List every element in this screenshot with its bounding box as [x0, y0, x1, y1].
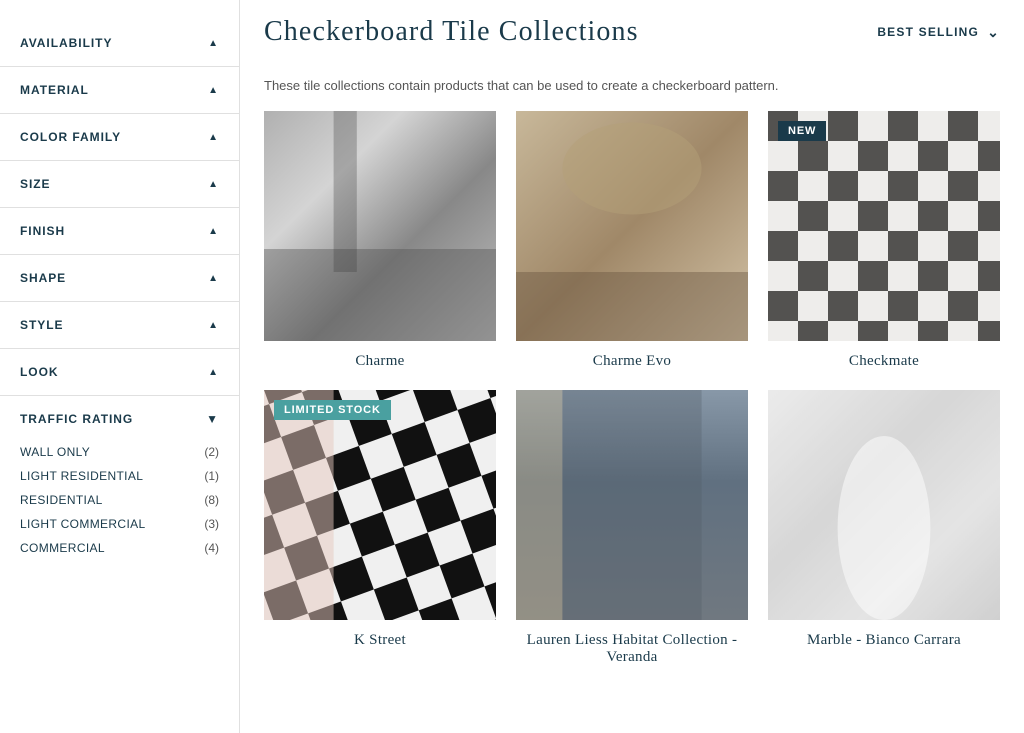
product-image-lauren	[516, 390, 748, 620]
filter-size-header[interactable]: SIZE ▲	[20, 177, 219, 191]
filter-look-arrow: ▲	[208, 367, 219, 378]
filter-finish-header[interactable]: FINISH ▲	[20, 224, 219, 238]
main-content: These tile collections contain products …	[240, 58, 1024, 733]
filter-traffic-rating: TRAFFIC RATING ▼ WALL ONLY (2) LIGHT RES…	[0, 396, 239, 576]
filter-color-family-header[interactable]: COLOR FAMILY ▲	[20, 130, 219, 144]
filter-finish[interactable]: FINISH ▲	[0, 208, 239, 255]
filter-style-arrow: ▲	[208, 320, 219, 331]
filter-look[interactable]: LOOK ▲	[0, 349, 239, 396]
filter-availability-arrow: ▲	[208, 38, 219, 49]
filter-style-header[interactable]: STYLE ▲	[20, 318, 219, 332]
product-image-checkmate: NEW	[768, 111, 1000, 341]
sidebar: AVAILABILITY ▲ MATERIAL ▲ COLOR FAMILY ▲…	[0, 0, 240, 733]
sort-label: BEST SELLING	[877, 25, 979, 39]
product-name-lauren: Lauren Liess Habitat Collection - Verand…	[516, 632, 748, 666]
filter-shape[interactable]: SHAPE ▲	[0, 255, 239, 302]
product-image-charme-evo	[516, 111, 748, 341]
product-name-checkmate: Checkmate	[849, 353, 919, 370]
filter-color-family[interactable]: COLOR FAMILY ▲	[0, 114, 239, 161]
product-name-kstreet: K Street	[354, 632, 406, 649]
filter-traffic-rating-arrow: ▼	[206, 412, 219, 426]
traffic-light-commercial[interactable]: LIGHT COMMERCIAL (3)	[20, 512, 219, 536]
filter-material[interactable]: MATERIAL ▲	[0, 67, 239, 114]
traffic-commercial-count: (4)	[204, 541, 219, 555]
product-image-charme	[264, 111, 496, 341]
filter-color-family-label: COLOR FAMILY	[20, 130, 121, 144]
traffic-residential-label: RESIDENTIAL	[20, 493, 103, 507]
traffic-wall-only[interactable]: WALL ONLY (2)	[20, 440, 219, 464]
filter-finish-arrow: ▲	[208, 226, 219, 237]
filter-material-label: MATERIAL	[20, 83, 89, 97]
filter-style[interactable]: STYLE ▲	[0, 302, 239, 349]
filter-availability-label: AVAILABILITY	[20, 36, 112, 50]
product-card-kstreet[interactable]: LIMITED STOCK K Street	[264, 390, 496, 666]
traffic-commercial[interactable]: COMMERCIAL (4)	[20, 536, 219, 560]
badge-new: NEW	[778, 121, 826, 141]
product-card-checkmate[interactable]: NEW Checkmate	[768, 111, 1000, 370]
filter-style-label: STYLE	[20, 318, 63, 332]
traffic-commercial-label: COMMERCIAL	[20, 541, 105, 555]
product-grid: Charme	[264, 111, 1000, 666]
product-name-charme: Charme	[355, 353, 404, 370]
badge-limited-stock: LIMITED STOCK	[274, 400, 391, 420]
filter-shape-header[interactable]: SHAPE ▲	[20, 271, 219, 285]
filter-color-family-arrow: ▲	[208, 132, 219, 143]
filter-finish-label: FINISH	[20, 224, 65, 238]
traffic-light-commercial-count: (3)	[204, 517, 219, 531]
top-bar: Checkerboard Tile Collections BEST SELLI…	[240, 0, 1024, 58]
product-card-charme[interactable]: Charme	[264, 111, 496, 370]
filter-traffic-rating-label: TRAFFIC RATING	[20, 412, 133, 426]
traffic-wall-only-label: WALL ONLY	[20, 445, 90, 459]
traffic-light-commercial-label: LIGHT COMMERCIAL	[20, 517, 146, 531]
traffic-wall-only-count: (2)	[204, 445, 219, 459]
filter-shape-arrow: ▲	[208, 273, 219, 284]
product-name-charme-evo: Charme Evo	[593, 353, 671, 370]
product-image-kstreet: LIMITED STOCK	[264, 390, 496, 620]
filter-traffic-rating-header[interactable]: TRAFFIC RATING ▼	[20, 412, 219, 426]
page-description: These tile collections contain products …	[264, 78, 1000, 93]
filter-look-header[interactable]: LOOK ▲	[20, 365, 219, 379]
chevron-down-icon: ⌄	[987, 24, 1000, 41]
traffic-light-residential-label: LIGHT RESIDENTIAL	[20, 469, 143, 483]
filter-availability[interactable]: AVAILABILITY ▲	[0, 20, 239, 67]
filter-material-header[interactable]: MATERIAL ▲	[20, 83, 219, 97]
product-image-marble	[768, 390, 1000, 620]
product-name-marble: Marble - Bianco Carrara	[807, 632, 961, 649]
traffic-light-residential-count: (1)	[204, 469, 219, 483]
filter-look-label: LOOK	[20, 365, 59, 379]
traffic-residential[interactable]: RESIDENTIAL (8)	[20, 488, 219, 512]
filter-shape-label: SHAPE	[20, 271, 66, 285]
filter-size-arrow: ▲	[208, 179, 219, 190]
traffic-residential-count: (8)	[204, 493, 219, 507]
filter-size-label: SIZE	[20, 177, 51, 191]
product-card-charme-evo[interactable]: Charme Evo	[516, 111, 748, 370]
filter-material-arrow: ▲	[208, 85, 219, 96]
filter-availability-header[interactable]: AVAILABILITY ▲	[20, 36, 219, 50]
product-card-marble[interactable]: Marble - Bianco Carrara	[768, 390, 1000, 666]
traffic-light-residential[interactable]: LIGHT RESIDENTIAL (1)	[20, 464, 219, 488]
page-title: Checkerboard Tile Collections	[264, 16, 639, 48]
product-card-lauren[interactable]: Lauren Liess Habitat Collection - Verand…	[516, 390, 748, 666]
sort-dropdown[interactable]: BEST SELLING ⌄	[877, 24, 1000, 41]
filter-size[interactable]: SIZE ▲	[0, 161, 239, 208]
